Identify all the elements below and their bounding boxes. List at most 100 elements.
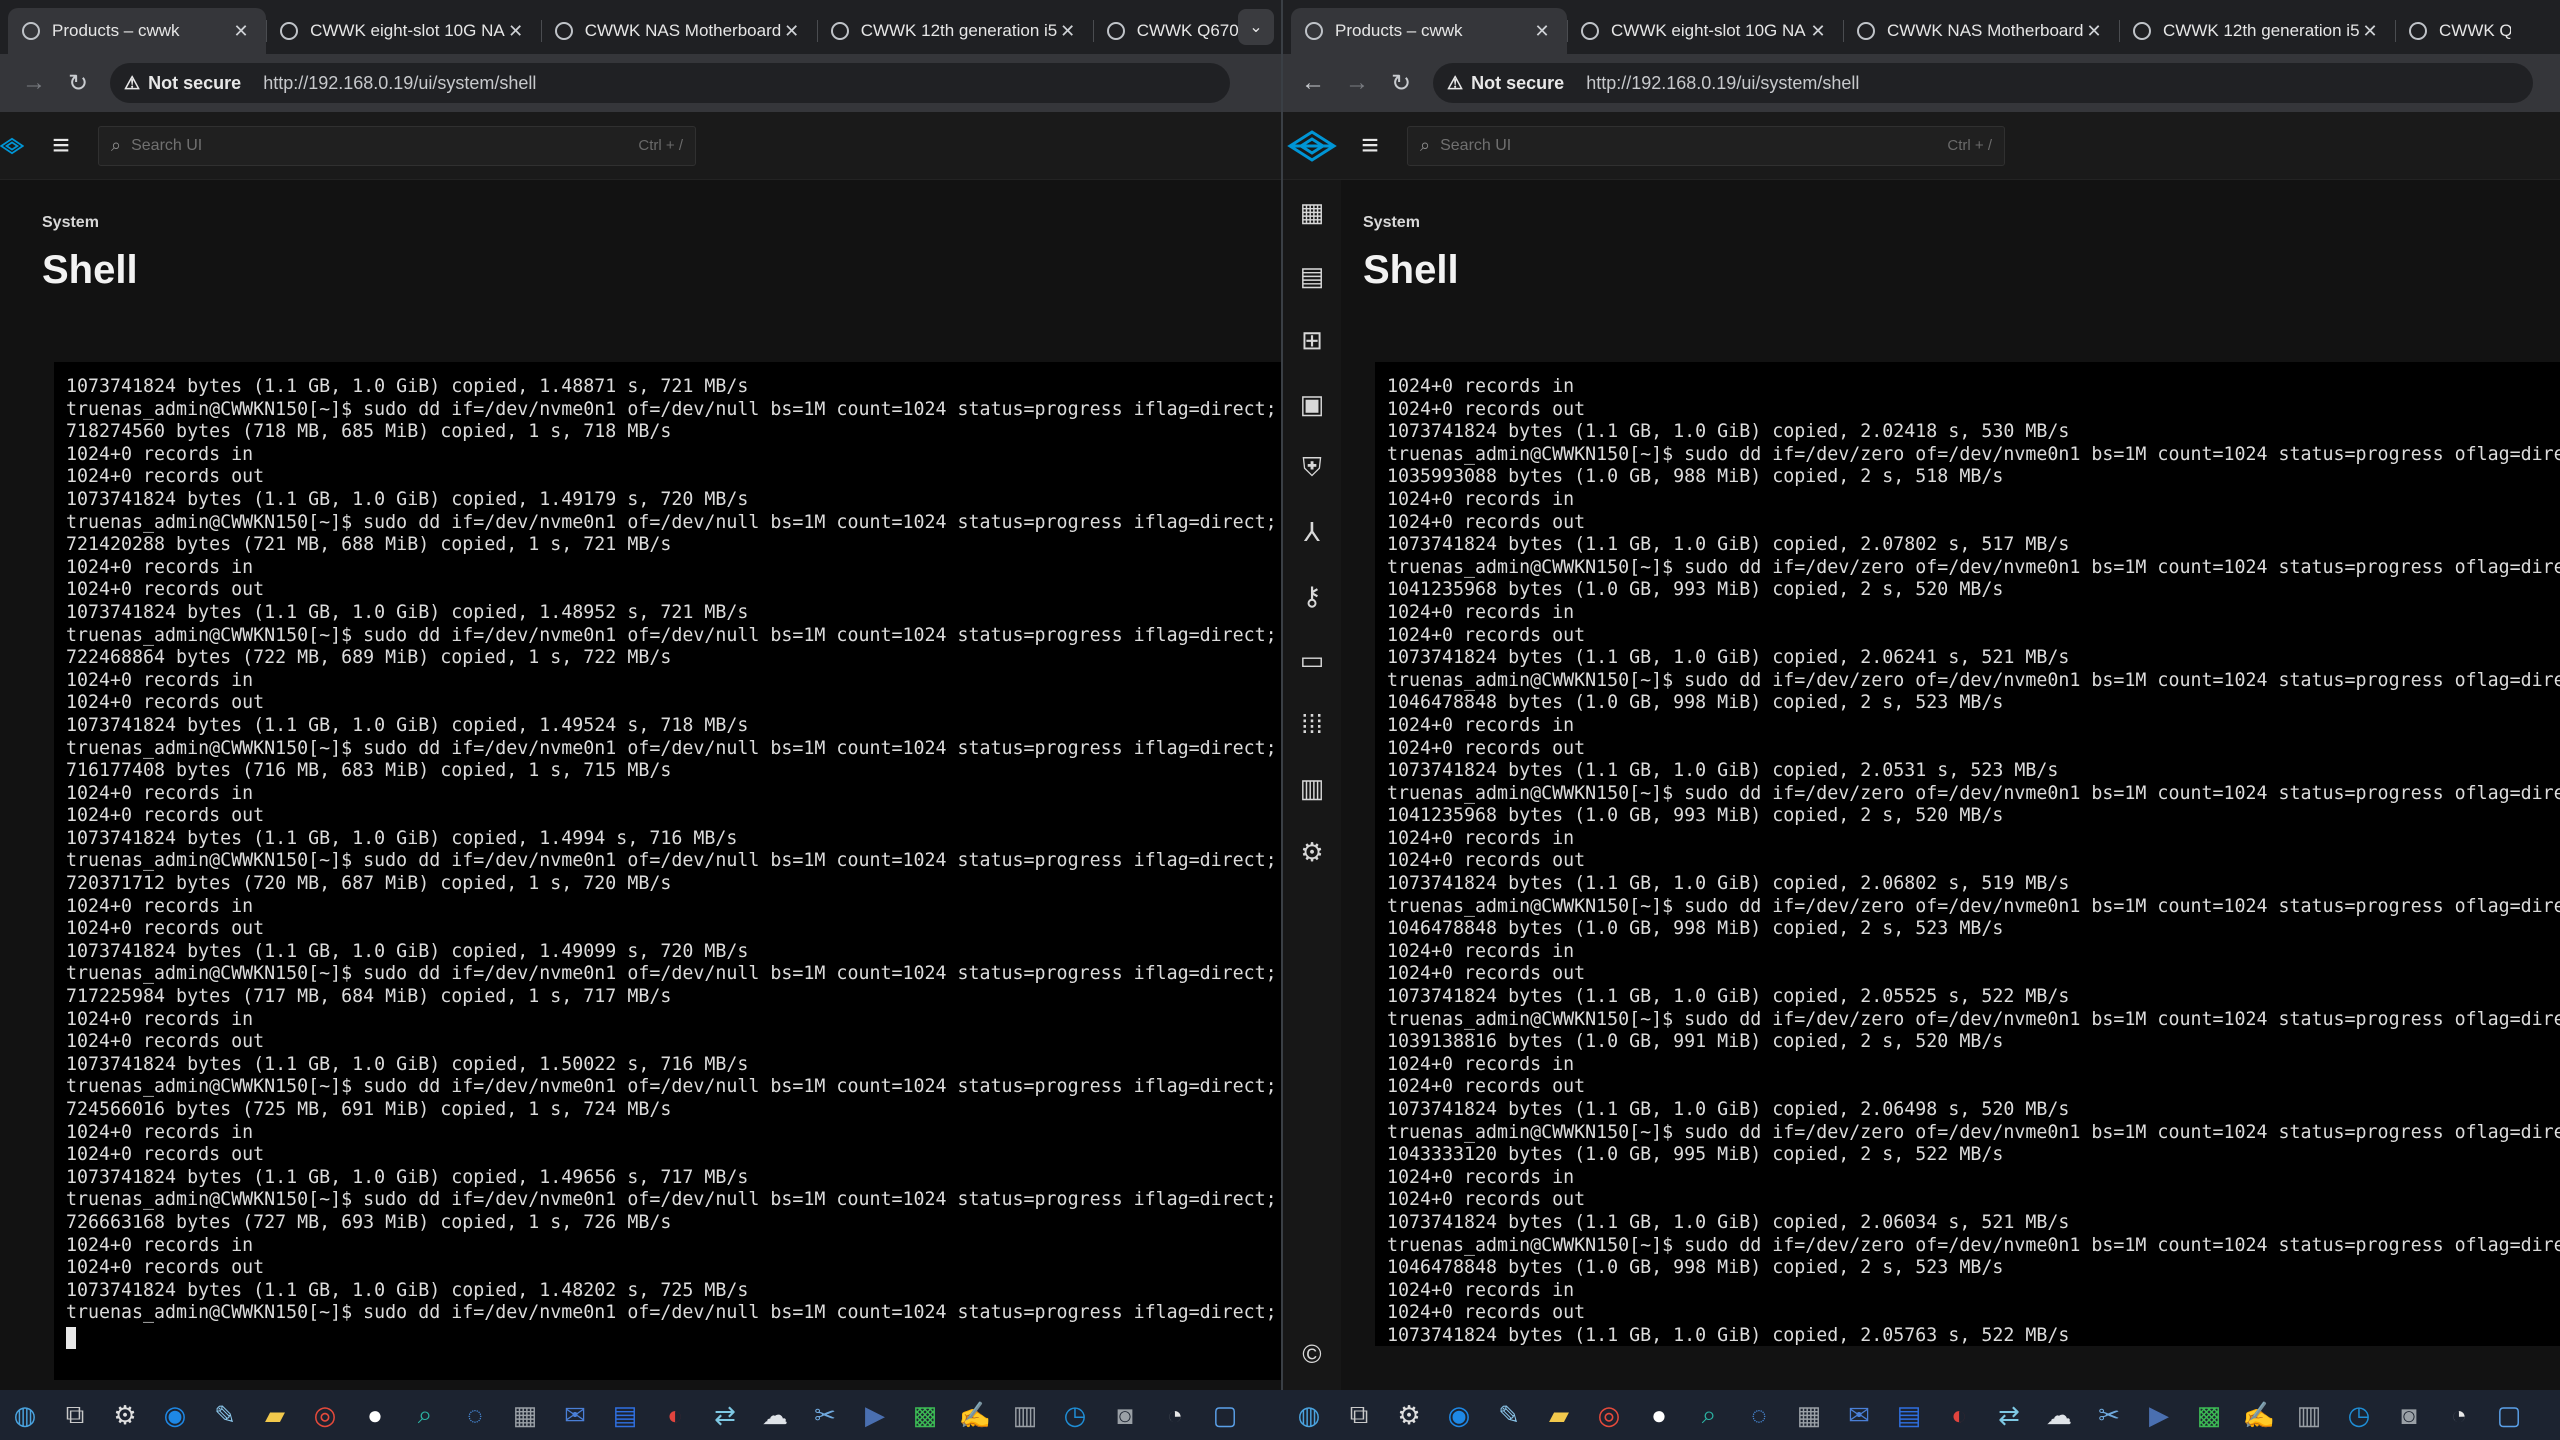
dashboard-icon[interactable]: ▦ xyxy=(1283,180,1341,244)
address-bar[interactable]: ⚠ Not secure http://192.168.0.19/ui/syste… xyxy=(110,63,1230,103)
mail-icon[interactable]: ✉ xyxy=(550,1390,600,1440)
tab-nas-motherboard[interactable]: CWWK NAS Motherboard ✕ xyxy=(1843,8,2119,54)
security-indicator[interactable]: ⚠ Not secure xyxy=(124,73,241,94)
forward-button[interactable]: → xyxy=(1335,61,1379,105)
search-app-icon[interactable]: ⌕ xyxy=(400,1390,450,1440)
tab-12th-gen[interactable]: CWWK 12th generation i5 ✕ xyxy=(2119,8,2395,54)
edge-icon[interactable]: ◉ xyxy=(1434,1390,1484,1440)
settings-icon[interactable]: ⚙ xyxy=(100,1390,150,1440)
chrome-icon[interactable]: ◎ xyxy=(1584,1390,1634,1440)
reload-button[interactable]: ↻ xyxy=(1379,61,1423,105)
store-icon[interactable]: ▤ xyxy=(1884,1390,1934,1440)
back-button[interactable]: ← xyxy=(1291,61,1335,105)
file-explorer-icon[interactable]: ▰ xyxy=(250,1390,300,1440)
datasets-icon[interactable]: ⊞ xyxy=(1283,308,1341,372)
tab-products[interactable]: Products – cwwk ✕ xyxy=(1291,8,1567,54)
calculator-icon[interactable]: ▦ xyxy=(500,1390,550,1440)
network-icon[interactable]: ⅄ xyxy=(1283,500,1341,564)
folder-icon[interactable]: ▥ xyxy=(2284,1390,2334,1440)
messenger-icon[interactable]: ● xyxy=(350,1390,400,1440)
weather-icon[interactable]: ☁ xyxy=(750,1390,800,1440)
close-tab-icon[interactable]: ✕ xyxy=(1531,21,1553,42)
monitor-icon[interactable]: ◷ xyxy=(2334,1390,2384,1440)
folder-icon[interactable]: ▥ xyxy=(1000,1390,1050,1440)
apps-icon[interactable]: ⁞⁞⁞ xyxy=(1283,692,1341,756)
editor-icon[interactable]: ✍ xyxy=(2234,1390,2284,1440)
sheets-icon[interactable]: ▩ xyxy=(2184,1390,2234,1440)
storage-icon[interactable]: ▤ xyxy=(1283,244,1341,308)
media-icon[interactable]: ▶ xyxy=(2134,1390,2184,1440)
start-icon[interactable]: ◍ xyxy=(1284,1390,1334,1440)
globe-icon xyxy=(554,22,573,40)
tab-12th-gen[interactable]: CWWK 12th generation i5 ✕ xyxy=(816,8,1093,54)
notes-icon[interactable]: ✎ xyxy=(200,1390,250,1440)
recorder-icon[interactable]: ◐ xyxy=(650,1390,700,1440)
search-app-icon[interactable]: ⌕ xyxy=(1684,1390,1734,1440)
file-explorer-icon[interactable]: ▰ xyxy=(1534,1390,1584,1440)
credentials-icon[interactable]: ⚷ xyxy=(1283,564,1341,628)
settings-icon[interactable]: ⚙ xyxy=(1283,820,1341,884)
tab-nas-motherboard[interactable]: CWWK NAS Motherboard ✕ xyxy=(540,8,817,54)
truenas-logo-icon[interactable] xyxy=(0,117,24,175)
terminal[interactable]: 1024+0 records in 1024+0 records out 107… xyxy=(1375,362,2560,1346)
security-indicator[interactable]: ⚠ Not secure xyxy=(1447,73,1564,94)
clock-icon[interactable]: ◔ xyxy=(2434,1390,2484,1440)
close-tab-icon[interactable]: ✕ xyxy=(2359,21,2381,42)
tab-products[interactable]: Products – cwwk ✕ xyxy=(8,8,267,54)
address-bar[interactable]: ⚠ Not secure http://192.168.0.19/ui/syste… xyxy=(1433,63,2533,103)
terminal[interactable]: 1073741824 bytes (1.1 GB, 1.0 GiB) copie… xyxy=(54,362,1282,1380)
reload-button[interactable]: ↻ xyxy=(56,61,100,105)
menu-toggle-button[interactable]: ≡ xyxy=(1345,121,1395,171)
close-tab-icon[interactable]: ✕ xyxy=(2083,21,2105,42)
edge-icon[interactable]: ◉ xyxy=(150,1390,200,1440)
menu-toggle-button[interactable]: ≡ xyxy=(36,121,86,171)
close-tab-icon[interactable]: ✕ xyxy=(505,21,527,42)
tab-q670[interactable]: CWWK Q670 xyxy=(2395,8,2525,54)
search-input[interactable]: ⌕ Search UI Ctrl + / xyxy=(1407,125,2005,166)
editor-icon[interactable]: ✍ xyxy=(950,1390,1000,1440)
window-icon[interactable]: ▢ xyxy=(1200,1390,1250,1440)
forward-button[interactable]: → xyxy=(12,61,56,105)
close-tab-icon[interactable]: ✕ xyxy=(1807,21,1829,42)
messenger-icon[interactable]: ● xyxy=(1634,1390,1684,1440)
virtualization-icon[interactable]: ▭ xyxy=(1283,628,1341,692)
window-icon[interactable]: ▢ xyxy=(2484,1390,2534,1440)
settings-icon[interactable]: ⚙ xyxy=(1384,1390,1434,1440)
clock-icon[interactable]: ◔ xyxy=(1150,1390,1200,1440)
camera-icon[interactable]: ◙ xyxy=(2384,1390,2434,1440)
sheets-icon[interactable]: ▩ xyxy=(900,1390,950,1440)
sync-icon[interactable]: ⇄ xyxy=(700,1390,750,1440)
reporting-icon[interactable]: ▥ xyxy=(1283,756,1341,820)
weather-icon[interactable]: ☁ xyxy=(2034,1390,2084,1440)
start-icon[interactable]: ◍ xyxy=(0,1390,50,1440)
tab-eight-slot[interactable]: CWWK eight-slot 10G NA ✕ xyxy=(1567,8,1843,54)
monitor-icon[interactable]: ◷ xyxy=(1050,1390,1100,1440)
breadcrumb[interactable]: System xyxy=(42,214,99,232)
tools-icon[interactable]: ✂ xyxy=(800,1390,850,1440)
task-view-icon[interactable]: ⧉ xyxy=(1334,1390,1384,1440)
tab-eight-slot[interactable]: CWWK eight-slot 10G NA ✕ xyxy=(266,8,541,54)
truenas-logo-icon[interactable] xyxy=(1283,117,1341,175)
notes-icon[interactable]: ✎ xyxy=(1484,1390,1534,1440)
store-icon[interactable]: ▤ xyxy=(600,1390,650,1440)
search-input[interactable]: ⌕ Search UI Ctrl + / xyxy=(98,125,696,166)
chrome-icon[interactable]: ◎ xyxy=(300,1390,350,1440)
camera-icon[interactable]: ◙ xyxy=(1100,1390,1150,1440)
tab-search-button[interactable]: ⌄ xyxy=(1238,9,1274,45)
close-tab-icon[interactable]: ✕ xyxy=(1057,21,1079,42)
tools-icon[interactable]: ✂ xyxy=(2084,1390,2134,1440)
data-protection-icon[interactable]: ⛨ xyxy=(1283,436,1341,500)
task-view-icon[interactable]: ⧉ xyxy=(50,1390,100,1440)
copyright-icon[interactable]: © xyxy=(1283,1322,1341,1386)
remote-desktop-icon[interactable]: ◌ xyxy=(1734,1390,1784,1440)
sync-icon[interactable]: ⇄ xyxy=(1984,1390,2034,1440)
recorder-icon[interactable]: ◐ xyxy=(1934,1390,1984,1440)
breadcrumb[interactable]: System xyxy=(1363,214,1420,232)
remote-desktop-icon[interactable]: ◌ xyxy=(450,1390,500,1440)
calculator-icon[interactable]: ▦ xyxy=(1784,1390,1834,1440)
mail-icon[interactable]: ✉ xyxy=(1834,1390,1884,1440)
media-icon[interactable]: ▶ xyxy=(850,1390,900,1440)
shares-icon[interactable]: ▣ xyxy=(1283,372,1341,436)
close-tab-icon[interactable]: ✕ xyxy=(781,21,803,42)
close-tab-icon[interactable]: ✕ xyxy=(230,21,252,42)
